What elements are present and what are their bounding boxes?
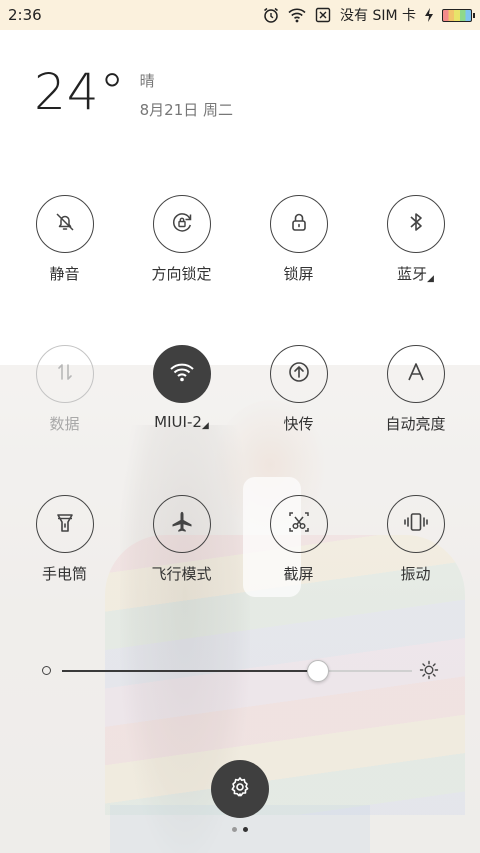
brightness-slider-thumb[interactable] <box>306 660 329 682</box>
lock-icon <box>287 210 311 238</box>
tile-quick-transfer[interactable]: 快传 <box>240 345 357 434</box>
tile-bluetooth-label: 蓝牙◢ <box>397 265 434 284</box>
tile-silent[interactable]: 静音 <box>6 195 123 284</box>
weather-widget[interactable]: 24° 晴 8月21日 周二 <box>34 66 233 120</box>
tile-wifi[interactable]: MIUI-2◢ <box>123 345 240 431</box>
carrier-text: 没有 SIM 卡 <box>340 8 416 24</box>
alarm-icon <box>262 6 280 24</box>
tile-rotation-lock-label: 方向锁定 <box>151 265 212 283</box>
tile-bluetooth[interactable]: 蓝牙◢ <box>357 195 474 284</box>
tile-vibrate-button[interactable] <box>386 495 445 553</box>
scissors-icon <box>286 509 312 539</box>
no-sim-icon <box>314 6 332 24</box>
panel-top-background <box>0 0 480 365</box>
brightness-control <box>0 655 480 687</box>
letter-a-icon <box>404 360 428 388</box>
tile-auto-brightness[interactable]: 自动亮度 <box>357 345 474 434</box>
tile-flashlight-button[interactable] <box>35 495 94 553</box>
tile-airplane-mode[interactable]: 飞行模式 <box>123 495 240 584</box>
tile-screenshot[interactable]: 截屏 <box>240 495 357 584</box>
tile-rotation-lock-button[interactable] <box>152 195 211 253</box>
tile-bluetooth-button[interactable] <box>386 195 445 253</box>
data-arrows-icon <box>53 360 77 388</box>
tile-wifi-button[interactable] <box>152 345 211 403</box>
status-icons: 没有 SIM 卡 <box>262 5 475 25</box>
brightness-slider-fill <box>62 670 318 672</box>
wifi-icon <box>288 6 306 24</box>
tile-mobile-data-label: 数据 <box>49 415 80 433</box>
brightness-slider[interactable] <box>62 660 412 682</box>
tile-lock-screen-button[interactable] <box>269 195 328 253</box>
tile-quick-transfer-label: 快传 <box>283 415 314 433</box>
tile-quick-transfer-button[interactable] <box>269 345 328 403</box>
brightness-high-icon <box>419 660 439 680</box>
charging-icon <box>424 6 434 24</box>
settings-button[interactable] <box>211 760 269 818</box>
status-bar: 2:36 没有 SIM 卡 <box>0 0 480 30</box>
tile-auto-brightness-label: 自动亮度 <box>385 415 446 433</box>
status-time: 2:36 <box>8 6 42 24</box>
airplane-icon <box>169 509 195 539</box>
date-label: 8月21日 周二 <box>139 101 234 119</box>
upload-icon <box>286 359 312 389</box>
tile-lock-screen[interactable]: 锁屏 <box>240 195 357 284</box>
expand-triangle-icon: ◢ <box>427 274 434 284</box>
vibrate-icon <box>402 510 430 538</box>
expand-triangle-icon: ◢ <box>201 421 209 431</box>
page-dot-2 <box>243 827 248 832</box>
tile-mobile-data[interactable]: 数据 <box>6 345 123 434</box>
rotation-lock-icon <box>169 209 195 239</box>
tile-auto-brightness-button[interactable] <box>386 345 445 403</box>
gear-icon <box>228 775 252 803</box>
tile-wifi-label: MIUI-2◢ <box>154 413 209 431</box>
bluetooth-icon <box>405 210 427 238</box>
weather-condition: 晴 <box>139 72 155 90</box>
tile-screenshot-label: 截屏 <box>283 565 314 583</box>
brightness-low-icon <box>42 666 51 675</box>
tile-airplane-mode-button[interactable] <box>152 495 211 553</box>
tile-flashlight-label: 手电筒 <box>41 565 87 583</box>
tile-vibrate[interactable]: 振动 <box>357 495 474 584</box>
tile-mobile-data-button[interactable] <box>35 345 94 403</box>
temperature: 24° <box>34 63 126 121</box>
bell-off-icon <box>53 210 77 238</box>
tile-flashlight[interactable]: 手电筒 <box>6 495 123 584</box>
page-dot-1 <box>232 827 237 832</box>
tile-screenshot-button[interactable] <box>269 495 328 553</box>
page-indicator <box>232 827 248 832</box>
tile-silent-label: 静音 <box>49 265 80 283</box>
flashlight-icon <box>53 509 77 539</box>
tile-silent-button[interactable] <box>35 195 94 253</box>
tile-airplane-mode-label: 飞行模式 <box>151 565 212 583</box>
battery-icon <box>442 8 475 22</box>
tile-vibrate-label: 振动 <box>400 565 431 583</box>
tile-rotation-lock[interactable]: 方向锁定 <box>123 195 240 284</box>
tile-lock-screen-label: 锁屏 <box>283 265 314 283</box>
wifi-icon <box>169 361 195 387</box>
